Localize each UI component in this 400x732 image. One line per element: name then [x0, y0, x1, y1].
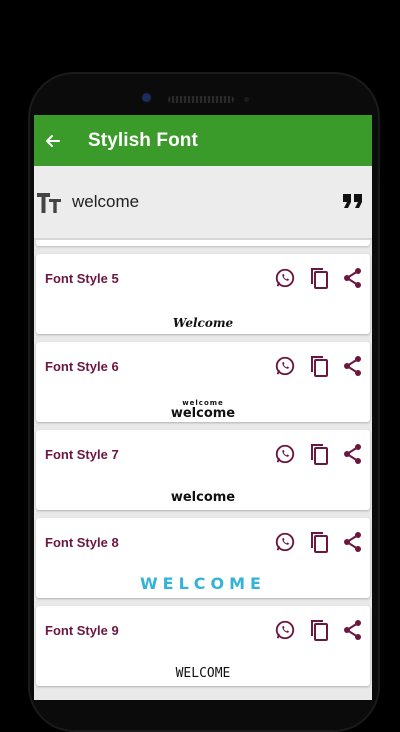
copy-icon[interactable]: [308, 442, 330, 466]
font-style-card: Font Style 7 welcome: [36, 430, 370, 510]
previous-card-edge: [36, 240, 370, 246]
text-size-icon: [37, 193, 61, 213]
whatsapp-icon[interactable]: [274, 442, 296, 466]
back-arrow-icon[interactable]: [44, 133, 60, 149]
font-style-card: Font Style 8 WELCOME: [36, 518, 370, 598]
whatsapp-icon[interactable]: [274, 266, 296, 290]
share-icon[interactable]: [342, 266, 364, 290]
font-sample: WELCOME: [175, 666, 231, 681]
card-title: Font Style 7: [45, 447, 119, 462]
front-camera: [142, 93, 151, 102]
text-input-bar[interactable]: welcome: [34, 166, 372, 240]
share-icon[interactable]: [342, 442, 364, 466]
font-style-list: Font Style 5 Welcome Font Style 6 welcom…: [34, 254, 372, 686]
quote-icon[interactable]: [342, 192, 364, 210]
copy-icon[interactable]: [308, 530, 330, 554]
font-sample: Welcome: [172, 316, 234, 330]
font-style-card: Font Style 5 Welcome: [36, 254, 370, 334]
share-icon[interactable]: [342, 354, 364, 378]
font-sample-main: welcome: [170, 406, 236, 421]
input-text-field[interactable]: welcome: [72, 192, 139, 212]
font-sample: welcome: [170, 490, 236, 505]
font-sample: WELCOME: [140, 574, 266, 593]
app-title: Stylish Font: [88, 129, 198, 151]
share-icon[interactable]: [342, 530, 364, 554]
share-icon[interactable]: [342, 618, 364, 642]
card-title: Font Style 9: [45, 623, 119, 638]
proximity-sensor: [244, 97, 249, 102]
copy-icon[interactable]: [308, 354, 330, 378]
font-sample: welcome welcome: [36, 400, 370, 422]
font-style-card: Font Style 6 welcome welcome: [36, 342, 370, 422]
app-bar: Stylish Font: [34, 115, 372, 166]
copy-icon[interactable]: [308, 618, 330, 642]
font-style-card: Font Style 9 WELCOME: [36, 606, 370, 686]
whatsapp-icon[interactable]: [274, 354, 296, 378]
earpiece-speaker: [168, 96, 234, 103]
copy-icon[interactable]: [308, 266, 330, 290]
whatsapp-icon[interactable]: [274, 530, 296, 554]
app-screen: Stylish Font welcome Font Style 5 Welcom…: [34, 115, 372, 700]
card-title: Font Style 6: [45, 359, 119, 374]
card-title: Font Style 5: [45, 271, 119, 286]
whatsapp-icon[interactable]: [274, 618, 296, 642]
card-title: Font Style 8: [45, 535, 119, 550]
